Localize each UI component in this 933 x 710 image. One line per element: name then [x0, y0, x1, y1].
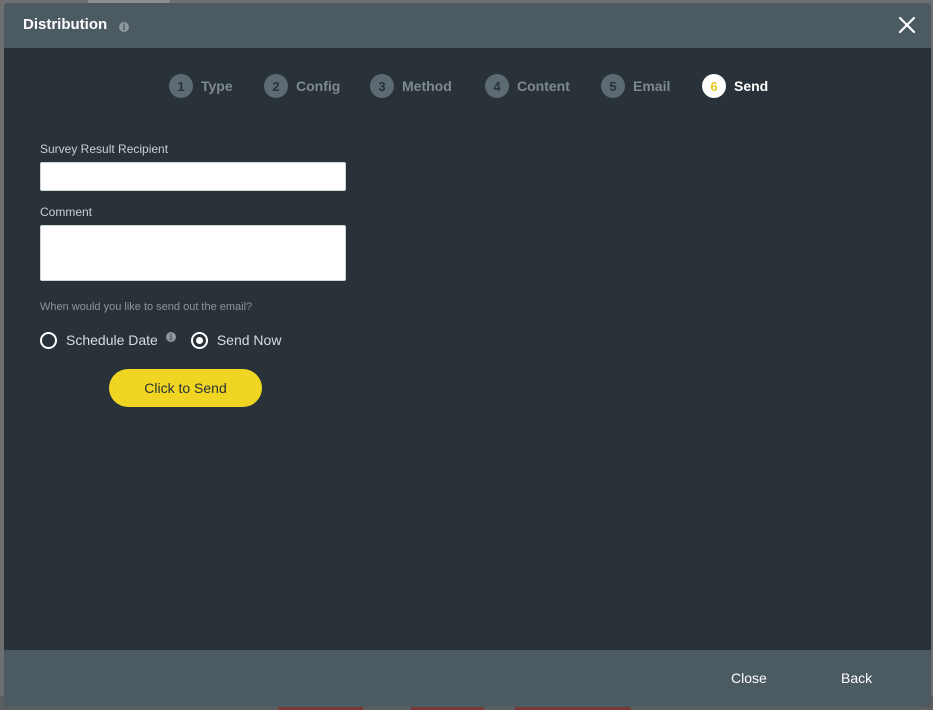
- info-icon[interactable]: i: [119, 22, 129, 32]
- step-number: 6: [702, 74, 726, 98]
- step-label: Send: [734, 78, 769, 94]
- step-number: 3: [370, 74, 394, 98]
- comment-textarea[interactable]: [40, 225, 346, 281]
- send-time-question: When would you like to send out the emai…: [40, 301, 253, 313]
- schedule-date-radio[interactable]: [40, 331, 57, 349]
- step-label: Email: [633, 78, 671, 94]
- step-number: 5: [601, 74, 625, 98]
- step-label: Type: [201, 78, 233, 94]
- step-method[interactable]: 3 Method: [370, 74, 452, 98]
- step-number: 1: [169, 74, 193, 98]
- comment-label: Comment: [40, 205, 93, 219]
- send-now-label[interactable]: Send Now: [217, 332, 282, 348]
- close-x-icon-glyph: [898, 16, 916, 34]
- modal-header: Distribution i: [4, 3, 931, 48]
- step-number: 4: [485, 74, 509, 98]
- step-number: 2: [264, 74, 288, 98]
- recipient-input[interactable]: [40, 162, 346, 191]
- step-config[interactable]: 2 Config: [264, 74, 340, 98]
- info-icon[interactable]: i: [165, 332, 176, 342]
- back-button[interactable]: Back: [841, 670, 872, 686]
- step-send[interactable]: 6 Send: [702, 74, 768, 98]
- modal-footer: Close Back: [4, 650, 931, 707]
- close-button[interactable]: Close: [731, 670, 767, 686]
- radio-selected-dot: [195, 336, 203, 344]
- step-label: Content: [517, 78, 570, 94]
- step-email[interactable]: 5 Email: [601, 74, 670, 98]
- modal-title: Distribution: [23, 16, 108, 33]
- step-content[interactable]: 4 Content: [485, 74, 570, 98]
- close-x-icon[interactable]: [897, 15, 917, 35]
- schedule-date-label[interactable]: Schedule Date: [66, 332, 158, 348]
- step-type[interactable]: 1 Type: [169, 74, 233, 98]
- recipient-label: Survey Result Recipient: [40, 142, 169, 156]
- step-label: Method: [402, 78, 452, 94]
- send-now-radio[interactable]: [190, 331, 208, 349]
- distribution-modal: Distribution i 1 Type 2 Config 3 Method …: [4, 3, 931, 707]
- step-label: Config: [296, 78, 341, 94]
- click-to-send-button[interactable]: Click to Send: [109, 369, 262, 407]
- send-time-options: Schedule Date i Send Now: [40, 331, 281, 349]
- wizard-steps: 1 Type 2 Config 3 Method 4 Content 5 Ema…: [4, 74, 931, 100]
